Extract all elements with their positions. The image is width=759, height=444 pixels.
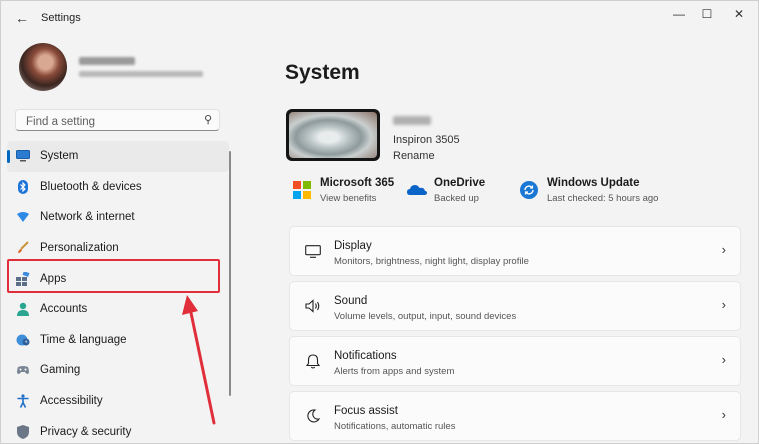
settings-card-focus-assist[interactable]: Focus assist Notifications, automatic ru… xyxy=(289,391,741,441)
quick-link-onedrive[interactable]: OneDrive Backed up xyxy=(407,177,485,204)
title-bar: ← Settings — ☐ ✕ xyxy=(1,1,758,35)
sidebar-item-accessibility[interactable]: Accessibility xyxy=(7,386,229,417)
close-icon: ✕ xyxy=(733,7,745,21)
speaker-icon xyxy=(304,297,322,315)
quick-link-title: Microsoft 365 xyxy=(320,177,395,189)
device-name-blurred xyxy=(393,116,431,125)
brush-icon xyxy=(16,241,30,255)
wifi-icon xyxy=(16,210,30,224)
globe-clock-icon xyxy=(16,333,30,347)
moon-icon xyxy=(304,407,322,425)
settings-card-sound[interactable]: Sound Volume levels, output, input, soun… xyxy=(289,281,741,331)
sidebar-item-label: Personalization xyxy=(40,242,119,255)
card-title: Display xyxy=(334,240,372,252)
sidebar-item-label: Accessibility xyxy=(40,395,103,408)
card-subtitle: Notifications, automatic rules xyxy=(334,421,456,432)
bluetooth-icon xyxy=(16,179,30,194)
close-button[interactable]: ✕ xyxy=(725,5,753,23)
card-subtitle: Alerts from apps and system xyxy=(334,366,455,377)
sidebar-item-label: System xyxy=(40,150,79,163)
search-icon[interactable]: ⚲ xyxy=(204,113,212,126)
quick-link-subtitle: Last checked: 5 hours ago xyxy=(547,193,659,204)
maximize-button[interactable]: ☐ xyxy=(693,5,721,23)
quick-link-windows-update[interactable]: Windows Update Last checked: 5 hours ago xyxy=(520,177,658,204)
back-arrow-icon: ← xyxy=(15,10,29,26)
card-subtitle: Volume levels, output, input, sound devi… xyxy=(334,311,517,322)
window-title: Settings xyxy=(41,12,81,24)
windows-update-icon xyxy=(520,181,538,199)
card-subtitle: Monitors, brightness, night light, displ… xyxy=(334,256,529,267)
onedrive-icon xyxy=(407,181,427,199)
quick-link-subtitle: Backed up xyxy=(434,193,479,204)
rename-link[interactable]: Rename xyxy=(393,150,435,162)
shield-icon xyxy=(16,424,30,439)
device-model: Inspiron 3505 xyxy=(393,134,460,146)
sidebar-item-label: Time & language xyxy=(40,333,127,346)
chevron-right-icon: › xyxy=(721,242,726,257)
quick-link-subtitle: View benefits xyxy=(320,193,377,204)
settings-card-display[interactable]: Display Monitors, brightness, night ligh… xyxy=(289,226,741,276)
settings-card-notifications[interactable]: Notifications Alerts from apps and syste… xyxy=(289,336,741,386)
device-wallpaper-thumbnail xyxy=(286,109,380,161)
user-email-blurred xyxy=(79,71,203,77)
avatar[interactable] xyxy=(19,43,67,91)
accessibility-icon xyxy=(16,394,30,408)
chevron-right-icon: › xyxy=(721,352,726,367)
sidebar-item-label: Bluetooth & devices xyxy=(40,180,142,193)
monitor-icon xyxy=(304,242,322,260)
quick-link-microsoft-365[interactable]: Microsoft 365 View benefits xyxy=(293,177,394,204)
sidebar-item-label: Accounts xyxy=(40,303,88,316)
chevron-right-icon: › xyxy=(721,407,726,422)
minimize-icon: — xyxy=(673,7,685,21)
sidebar-item-label: Privacy & security xyxy=(40,425,132,438)
sidebar-item-bluetooth[interactable]: Bluetooth & devices xyxy=(7,172,229,203)
page-title: System xyxy=(285,61,360,84)
user-name-blurred xyxy=(79,57,135,65)
sidebar-item-system[interactable]: System xyxy=(7,141,229,172)
search-input[interactable] xyxy=(24,113,198,130)
chevron-right-icon: › xyxy=(721,297,726,312)
sidebar-item-label: Gaming xyxy=(40,364,81,377)
apps-highlight-box xyxy=(7,259,220,293)
maximize-icon: ☐ xyxy=(701,7,713,21)
person-icon xyxy=(16,302,30,317)
selection-indicator xyxy=(7,150,10,163)
settings-window: ← Settings — ☐ ✕ ⚲ System Bluetooth & de… xyxy=(0,0,759,444)
minimize-button[interactable]: — xyxy=(665,5,693,23)
search-box[interactable]: ⚲ xyxy=(15,109,220,131)
sidebar-item-privacy-security[interactable]: Privacy & security xyxy=(7,416,229,443)
sidebar-scrollbar[interactable] xyxy=(229,151,231,396)
sidebar-item-gaming[interactable]: Gaming xyxy=(7,355,229,386)
microsoft-365-icon xyxy=(293,181,311,199)
gamepad-icon xyxy=(16,363,30,377)
card-title: Focus assist xyxy=(334,405,398,417)
bell-icon xyxy=(304,352,322,370)
sidebar-item-accounts[interactable]: Accounts xyxy=(7,294,229,325)
sidebar-item-network[interactable]: Network & internet xyxy=(7,202,229,233)
system-icon xyxy=(16,149,30,163)
back-button[interactable]: ← xyxy=(11,8,33,28)
sidebar-item-label: Network & internet xyxy=(40,211,135,224)
quick-link-title: OneDrive xyxy=(434,177,486,189)
quick-link-title: Windows Update xyxy=(547,177,640,189)
card-title: Sound xyxy=(334,295,368,307)
sidebar-item-time-language[interactable]: Time & language xyxy=(7,325,229,356)
card-title: Notifications xyxy=(334,350,397,362)
